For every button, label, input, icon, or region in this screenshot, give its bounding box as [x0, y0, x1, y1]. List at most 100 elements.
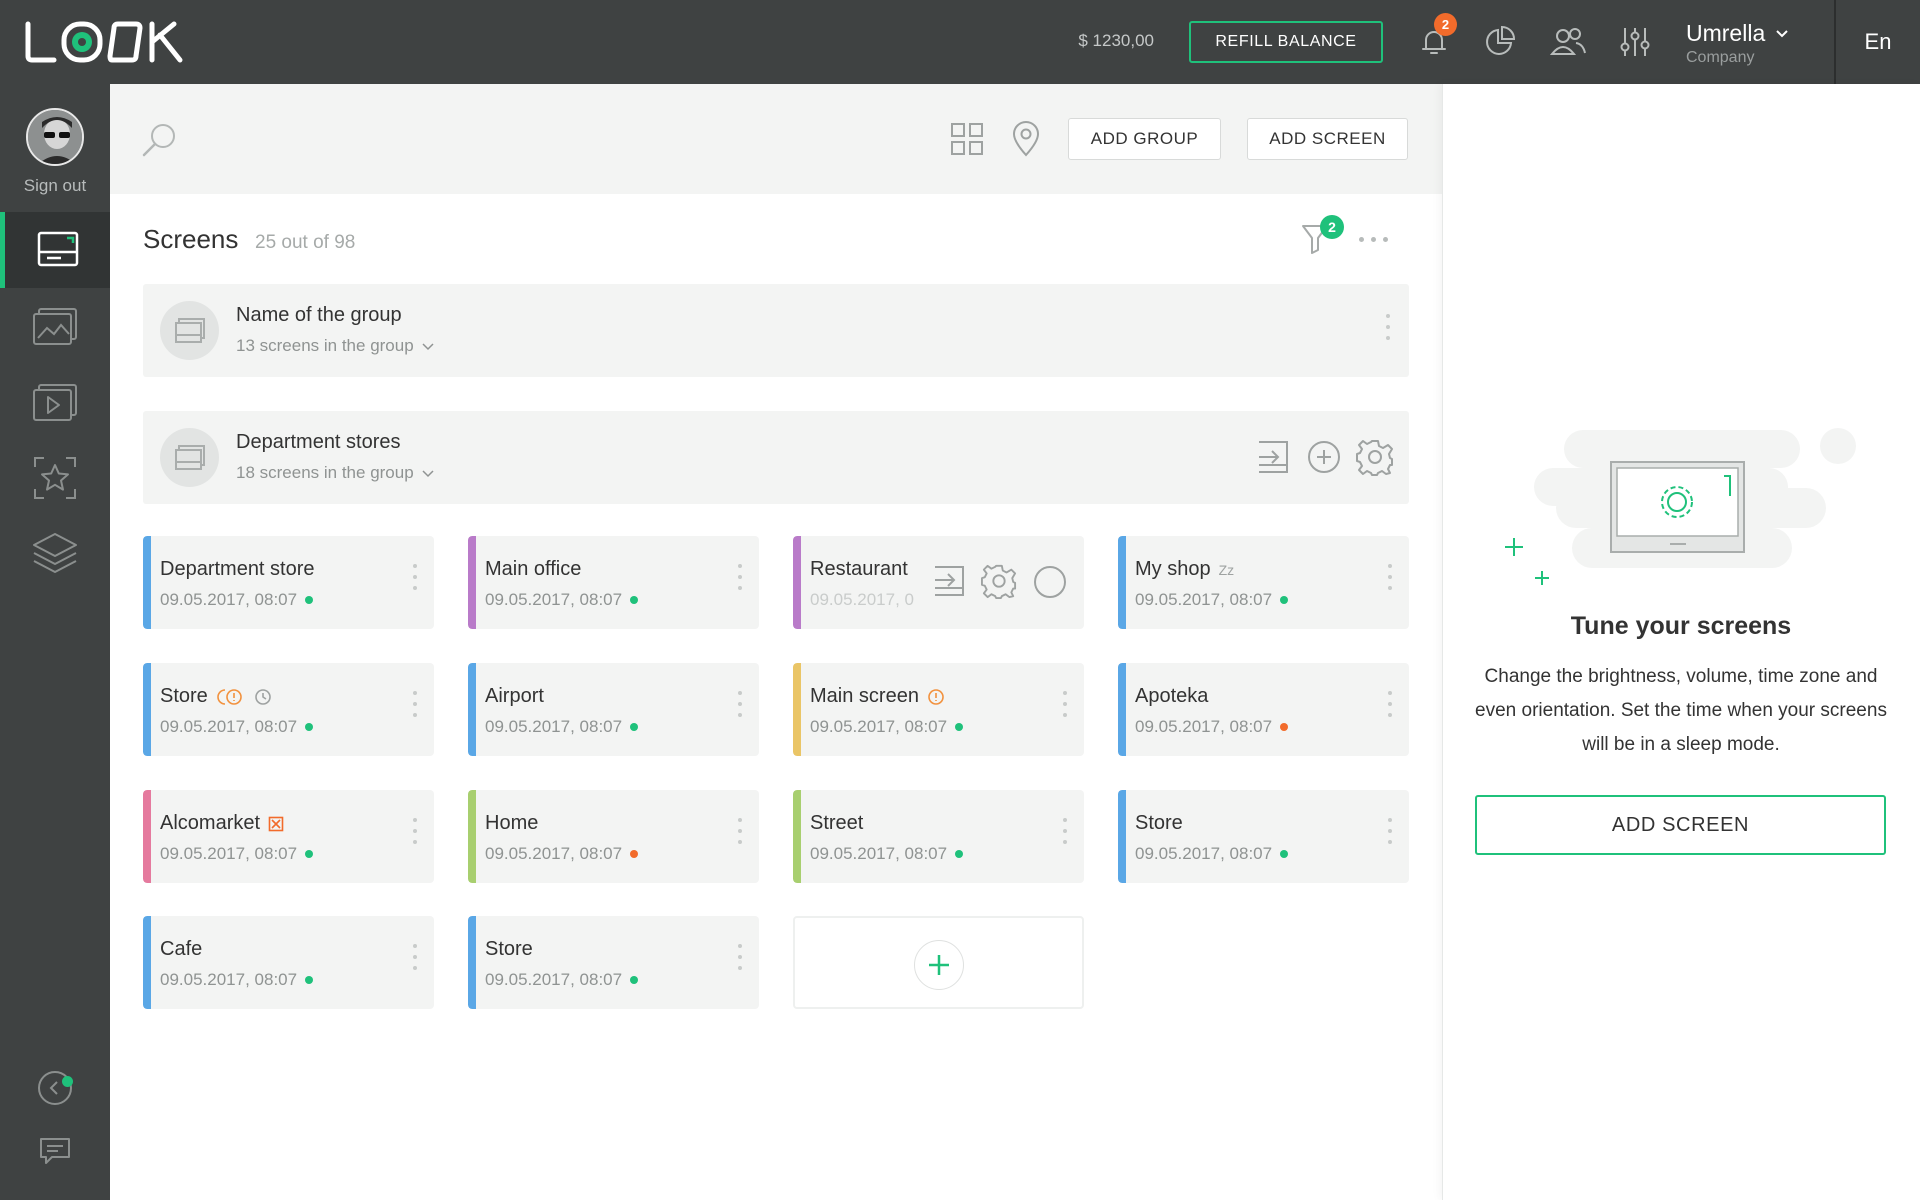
card-menu-icon[interactable]	[737, 944, 743, 970]
card-menu-icon[interactable]	[737, 691, 743, 717]
nav-item-featured[interactable]	[0, 440, 110, 516]
avatar[interactable]	[26, 108, 84, 166]
plus-icon	[914, 940, 964, 990]
screen-name: Main screen	[810, 685, 919, 707]
panel-add-screen-button[interactable]: ADD SCREEN	[1475, 795, 1886, 855]
screen-card-department-store[interactable]: Department store 09.05.2017, 08:07	[143, 536, 434, 629]
card-menu-icon[interactable]	[737, 818, 743, 844]
refill-balance-button[interactable]: REFILL BALANCE	[1189, 21, 1383, 63]
more-options-icon[interactable]	[1359, 237, 1388, 242]
screen-card-store[interactable]: Store 09.05.2017, 08:07	[468, 916, 759, 1009]
screen-card-street[interactable]: Street 09.05.2017, 08:07	[793, 790, 1084, 883]
gear-icon[interactable]	[1356, 438, 1394, 481]
clock-icon	[255, 688, 271, 705]
pie-chart-icon[interactable]	[1482, 24, 1518, 60]
user-role: Company	[1686, 49, 1755, 66]
card-menu-icon[interactable]	[1387, 564, 1393, 590]
screen-date: 09.05.2017, 08:07	[160, 970, 298, 989]
map-pin-icon[interactable]	[1011, 121, 1041, 162]
card-menu-icon[interactable]	[1387, 818, 1393, 844]
screen-card-restaurant[interactable]: Restaurant 09.05.2017, 0	[793, 536, 1084, 629]
screen-card-apoteka[interactable]: Apoteka 09.05.2017, 08:07	[1118, 663, 1409, 756]
card-menu-icon[interactable]	[1062, 818, 1068, 844]
screen-date: 09.05.2017, 08:07	[1135, 844, 1273, 863]
look-logo[interactable]	[24, 20, 194, 64]
group-menu-icon[interactable]	[1385, 314, 1391, 340]
chevron-down-icon	[422, 343, 434, 351]
select-circle-icon[interactable]	[1032, 564, 1068, 605]
screen-card-main-screen[interactable]: Main screen 09.05.2017, 08:07	[793, 663, 1084, 756]
tune-screens-illustration	[1500, 424, 1870, 599]
user-name: Umrella	[1686, 20, 1766, 46]
nav-item-layers[interactable]	[0, 516, 110, 592]
card-color-bar	[1118, 536, 1126, 629]
account-balance: $ 1230,00	[1078, 31, 1154, 50]
group-row[interactable]: Name of the group 13 screens in the grou…	[143, 284, 1409, 377]
screen-date: 09.05.2017, 08:07	[485, 970, 623, 989]
card-menu-icon[interactable]	[1387, 691, 1393, 717]
screen-card-airport[interactable]: Airport 09.05.2017, 08:07	[468, 663, 759, 756]
add-group-button[interactable]: ADD GROUP	[1068, 118, 1221, 160]
layers-icon	[33, 533, 77, 573]
collapse-sidebar-button[interactable]	[0, 1070, 110, 1106]
card-menu-icon[interactable]	[412, 944, 418, 970]
card-color-bar	[143, 790, 151, 883]
online-status-dot	[1280, 596, 1289, 604]
online-status-dot	[305, 596, 314, 604]
card-color-bar	[468, 790, 476, 883]
gear-icon[interactable]	[981, 563, 1017, 604]
card-menu-icon[interactable]	[412, 564, 418, 590]
sleep-mode-icon: Zz	[1218, 561, 1235, 578]
add-to-group-icon[interactable]	[1306, 439, 1342, 480]
nav-item-videos[interactable]	[0, 364, 110, 440]
online-status-dot	[955, 723, 964, 731]
screen-name: Department store	[160, 558, 315, 580]
logo-mark	[25, 21, 183, 63]
group-screen-count[interactable]: 13 screens in the group	[236, 336, 434, 356]
screen-card-store[interactable]: Store 09.05.2017, 08:07	[1118, 790, 1409, 883]
star-icon	[34, 457, 76, 499]
move-to-group-icon[interactable]	[1256, 439, 1290, 480]
language-switch[interactable]: En	[1836, 0, 1920, 84]
screen-icon	[37, 231, 78, 267]
search-icon[interactable]	[141, 121, 179, 164]
warning-icon	[928, 688, 944, 705]
right-panel	[1442, 84, 1920, 1200]
toolbar: ADD GROUP ADD SCREEN	[110, 84, 1442, 194]
top-bar: $ 1230,00 REFILL BALANCE 2 Umrella Compa…	[0, 0, 1920, 84]
add-screen-card[interactable]	[793, 916, 1084, 1009]
nav-item-images[interactable]	[0, 288, 110, 364]
grid-view-icon[interactable]	[950, 122, 984, 161]
card-color-bar	[1118, 790, 1126, 883]
group-row[interactable]: Department stores 18 screens in the grou…	[143, 411, 1409, 504]
nav-item-screens[interactable]	[0, 212, 110, 288]
users-icon[interactable]	[1550, 24, 1586, 60]
left-sidebar: Sign out	[0, 84, 110, 1200]
screen-date: 09.05.2017, 0	[810, 590, 914, 609]
add-screen-button[interactable]: ADD SCREEN	[1247, 118, 1408, 160]
card-color-bar	[143, 536, 151, 629]
online-status-dot	[305, 850, 314, 858]
group-screen-count-label: 18 screens in the group	[236, 463, 414, 482]
card-menu-icon[interactable]	[1062, 691, 1068, 717]
move-to-group-icon[interactable]	[932, 564, 966, 603]
card-menu-icon[interactable]	[412, 691, 418, 717]
card-menu-icon[interactable]	[737, 564, 743, 590]
screen-name: My shop	[1135, 558, 1211, 580]
group-screen-count[interactable]: 18 screens in the group	[236, 463, 434, 483]
screen-card-my-shop[interactable]: My shop Zz 09.05.2017, 08:07	[1118, 536, 1409, 629]
screen-date: 09.05.2017, 08:07	[810, 717, 948, 736]
screen-card-alcomarket[interactable]: Alcomarket 09.05.2017, 08:07	[143, 790, 434, 883]
screen-card-store[interactable]: Store 09.05.2017, 08:07	[143, 663, 434, 756]
screen-card-main-office[interactable]: Main office 09.05.2017, 08:07	[468, 536, 759, 629]
sliders-icon[interactable]	[1617, 24, 1653, 60]
screen-card-cafe[interactable]: Cafe 09.05.2017, 08:07	[143, 916, 434, 1009]
user-menu[interactable]: Umrella Company	[1686, 20, 1789, 67]
card-menu-icon[interactable]	[412, 818, 418, 844]
chat-icon	[40, 1138, 70, 1164]
screen-card-home[interactable]: Home 09.05.2017, 08:07	[468, 790, 759, 883]
group-icon	[160, 301, 219, 360]
sign-out-link[interactable]: Sign out	[0, 176, 110, 196]
chat-button[interactable]	[0, 1136, 110, 1166]
card-color-bar	[793, 536, 801, 629]
